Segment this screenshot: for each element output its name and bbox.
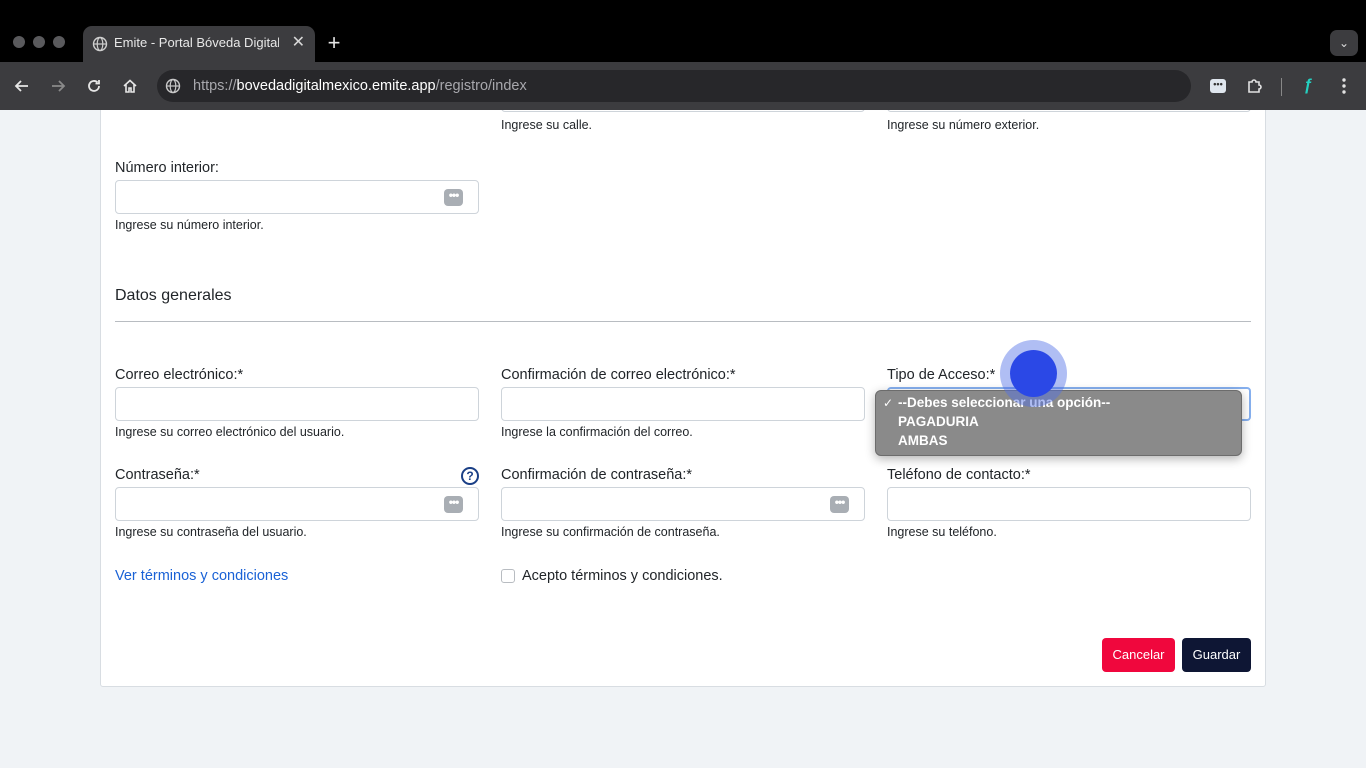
autofill-key-icon[interactable]: ••• [830,496,849,513]
close-icon[interactable]: ✕ [292,33,305,53]
autofill-key-icon[interactable]: ••• [444,189,463,206]
browser-toolbar: https://bovedadigitalmexico.emite.app/re… [0,62,1366,110]
help-icon[interactable]: ? [461,467,479,485]
telefono-input[interactable] [887,487,1251,521]
save-button[interactable]: Guardar [1182,638,1251,672]
confirmacion-correo-input[interactable] [501,387,865,421]
chevron-down-icon[interactable]: ⌄ [1330,30,1358,56]
confirmacion-correo-label: Confirmación de correo electrónico:* [501,367,736,383]
password-manager-icon[interactable]: ••• [1206,74,1230,98]
numero-interior-help: Ingrese su número interior. [115,218,264,232]
calle-help: Ingrese su calle. [501,118,593,132]
window-maximize-button[interactable] [53,36,65,48]
window-minimize-button[interactable] [33,36,45,48]
dropdown-option[interactable]: PAGADURIA [898,414,979,429]
address-bar[interactable]: https://bovedadigitalmexico.emite.app/re… [157,70,1191,102]
url-text: https://bovedadigitalmexico.emite.app/re… [193,78,527,94]
cancel-button[interactable]: Cancelar [1102,638,1175,672]
confirmacion-contrasena-label: Confirmación de contraseña:* [501,467,693,483]
checkmark-icon: ✓ [883,396,894,410]
correo-input[interactable] [115,387,479,421]
home-icon[interactable] [118,74,142,98]
correo-help: Ingrese su correo electrónico del usuari… [115,425,345,439]
numero-exterior-help: Ingrese su número exterior. [887,118,1040,132]
toolbar-separator [1281,78,1282,96]
contrasena-input[interactable]: ••• [115,487,479,521]
site-info-icon[interactable] [165,78,181,94]
tipo-acceso-dropdown: ✓ --Debes seleccionar una opción-- PAGAD… [875,390,1242,456]
dropdown-option[interactable]: --Debes seleccionar una opción-- [898,395,1110,410]
terms-link[interactable]: Ver términos y condiciones [115,568,288,584]
browser-tab-bar: Emite - Portal Bóveda Digital ✕ + ⌄ [0,0,1366,62]
browser-tab-active[interactable]: Emite - Portal Bóveda Digital ✕ [83,26,315,62]
confirmacion-contrasena-input[interactable]: ••• [501,487,865,521]
contrasena-label: Contraseña:* [115,467,200,483]
tipo-acceso-label: Tipo de Acceso:* [887,367,996,383]
correo-label: Correo electrónico:* [115,367,244,383]
autofill-key-icon[interactable]: ••• [444,496,463,513]
kebab-menu-icon[interactable] [1332,74,1356,98]
numero-interior-label: Número interior: [115,160,219,176]
terms-checkbox-label[interactable]: Acepto términos y condiciones. [522,568,723,584]
new-tab-button[interactable]: + [322,31,346,55]
numero-interior-input[interactable]: ••• [115,180,479,214]
extensions-puzzle-icon[interactable] [1243,74,1267,98]
extension-icon[interactable]: ƒ [1296,74,1320,98]
section-title: Datos generales [115,287,232,304]
reload-icon[interactable] [82,74,106,98]
confirmacion-contrasena-help: Ingrese su confirmación de contraseña. [501,525,720,539]
tab-title: Emite - Portal Bóveda Digital [114,35,279,50]
globe-icon [92,36,108,52]
back-arrow-icon[interactable] [10,74,34,98]
terms-checkbox[interactable] [501,569,515,583]
window-close-button[interactable] [13,36,25,48]
telefono-label: Teléfono de contacto:* [887,467,1031,483]
click-indicator [1010,350,1057,397]
dropdown-option[interactable]: AMBAS [898,433,948,448]
forward-arrow-icon[interactable] [46,74,70,98]
telefono-help: Ingrese su teléfono. [887,525,997,539]
confirmacion-correo-help: Ingrese la confirmación del correo. [501,425,693,439]
section-divider [115,321,1251,322]
contrasena-help: Ingrese su contraseña del usuario. [115,525,307,539]
